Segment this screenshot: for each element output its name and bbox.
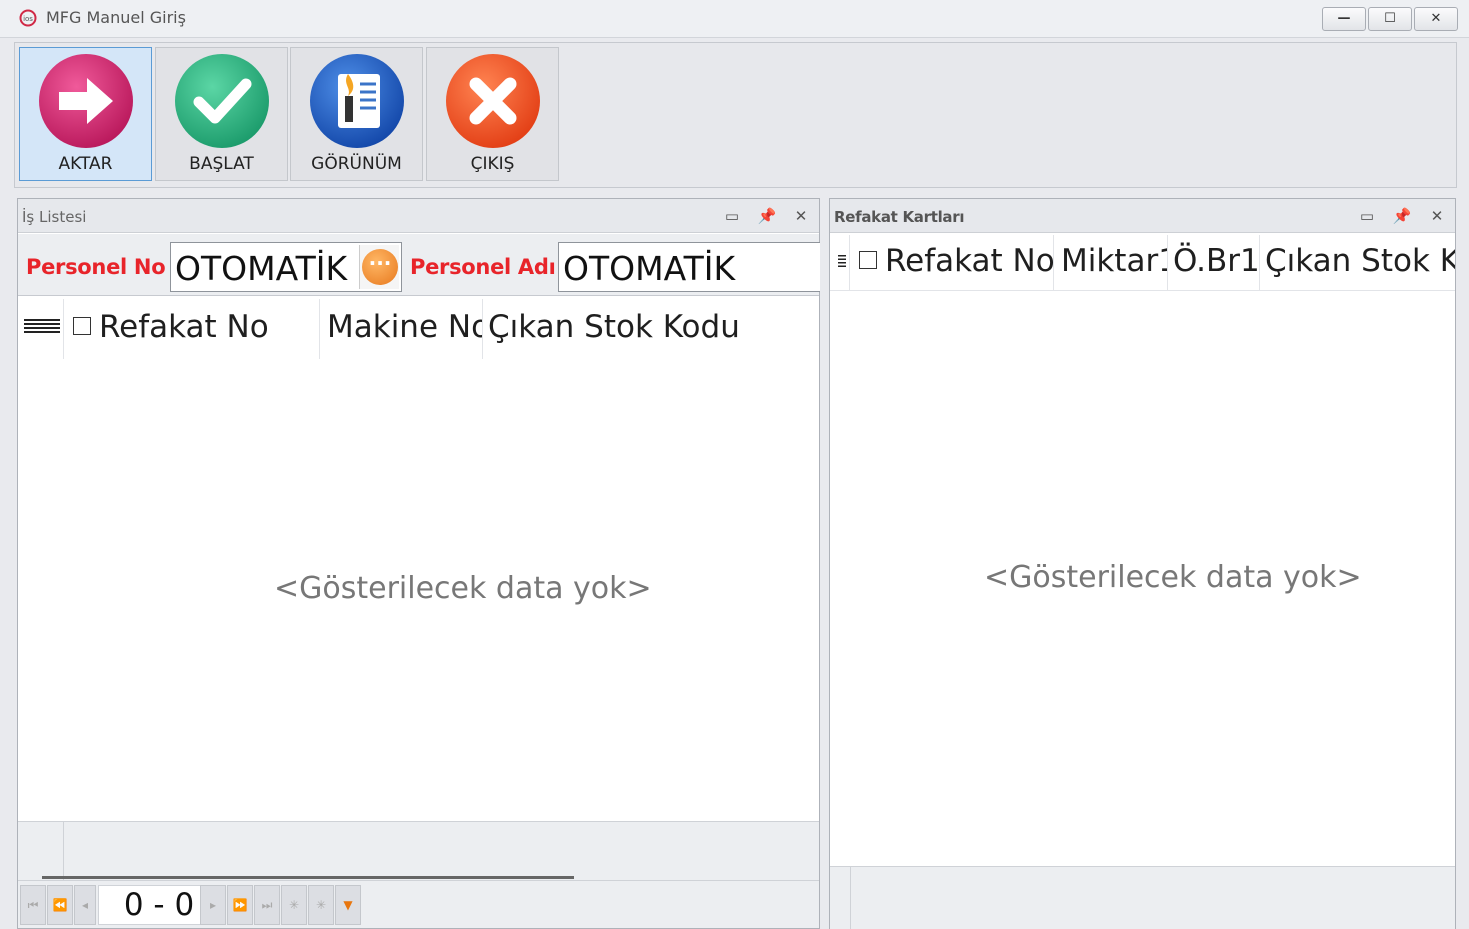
refakat-kartlari-grid-header: Refakat No Miktar1 Ö.Br1 Çıkan Stok Kodu [830, 235, 1455, 291]
close-panel-icon[interactable]: ✕ [791, 207, 811, 225]
arrow-right-icon [39, 54, 133, 148]
nav-first-page-button[interactable]: ⏮ [20, 885, 46, 925]
refakat-kartlari-header: Refakat Kartları ▭ 📌 ✕ [830, 199, 1455, 233]
personel-filter-row: Personel No ··· Personel Adı [18, 234, 820, 296]
gorunum-label: GÖRÜNÜM [311, 154, 402, 174]
footer-divider [63, 822, 64, 881]
is-listesi-empty-message: <Gösterilecek data yok> [274, 571, 652, 606]
select-all-checkbox[interactable] [859, 251, 877, 269]
nav-last-page-button[interactable]: ⏭ [254, 885, 280, 925]
column-cikan-stok-kodu-label: Çıkan Stok Kodu [488, 309, 740, 345]
cikis-label: ÇIKIŞ [470, 154, 515, 174]
personel-no-field[interactable]: ··· [170, 242, 402, 292]
column-refakat-no[interactable]: Refakat No [851, 235, 1054, 290]
pin-icon[interactable]: 📌 [757, 207, 777, 225]
is-listesi-panel: İş Listesi ▭ 📌 ✕ Personel No ··· Persone… [17, 198, 820, 929]
column-miktar1[interactable]: Miktar1 [1055, 235, 1168, 290]
row-indicator-column[interactable] [18, 299, 64, 359]
personel-no-input[interactable] [175, 247, 375, 289]
document-torch-icon [310, 54, 404, 148]
column-miktar1-label: Miktar1 [1061, 243, 1168, 279]
record-navigator: ⏮ ⏪ ◂ 0 - 0 ▸ ⏩ ⏭ ✳ ✳ ▼ [18, 880, 819, 928]
column-o-br1[interactable]: Ö.Br1 [1169, 235, 1260, 290]
toolbar: AKTAR BAŞLAT GÖRÜNÜM ÇIKIŞ [14, 42, 1457, 188]
column-makine-no-label: Makine No [327, 309, 483, 345]
column-o-br1-label: Ö.Br1 [1173, 243, 1260, 279]
nav-next-record-button[interactable]: ▸ [200, 885, 226, 925]
refakat-kartlari-empty-message: <Gösterilecek data yok> [984, 560, 1362, 595]
column-chooser-icon [838, 255, 846, 267]
personel-adi-input[interactable] [563, 247, 763, 289]
aktar-label: AKTAR [58, 154, 113, 174]
refakat-kartlari-panel: Refakat Kartları ▭ 📌 ✕ Refakat No Miktar… [829, 198, 1456, 929]
ellipsis-icon: ··· [362, 249, 398, 285]
footer-divider [850, 867, 851, 929]
aktar-button[interactable]: AKTAR [19, 47, 152, 181]
baslat-label: BAŞLAT [189, 154, 254, 174]
nav-next-page-button[interactable]: ⏩ [227, 885, 253, 925]
gorunum-button[interactable]: GÖRÜNÜM [290, 47, 423, 181]
column-refakat-no-label: Refakat No [99, 309, 269, 345]
personel-lookup-button[interactable]: ··· [359, 245, 399, 289]
title-bar: ios MFG Manuel Giriş — ☐ ✕ [0, 0, 1469, 38]
filter-icon[interactable]: ▼ [335, 885, 361, 925]
column-cikan-stok-kodu[interactable]: Çıkan Stok Kodu [484, 299, 820, 359]
nav-append-button[interactable]: ✳ [281, 885, 307, 925]
column-chooser-icon [24, 319, 60, 333]
column-makine-no[interactable]: Makine No [321, 299, 483, 359]
is-listesi-header: İş Listesi ▭ 📌 ✕ [18, 199, 819, 233]
is-listesi-title: İş Listesi [22, 208, 87, 226]
pin-icon[interactable]: 📌 [1392, 207, 1412, 225]
restore-panel-icon[interactable]: ▭ [722, 207, 742, 225]
maximize-button[interactable]: ☐ [1368, 7, 1412, 31]
restore-panel-icon[interactable]: ▭ [1357, 207, 1377, 225]
minimize-button[interactable]: — [1322, 7, 1366, 31]
ios-logo-icon: ios [19, 9, 37, 27]
refakat-kartlari-footer [830, 866, 1455, 929]
row-indicator-column[interactable] [830, 235, 850, 290]
refakat-kartlari-title: Refakat Kartları [834, 208, 965, 226]
nav-insert-button[interactable]: ✳ [308, 885, 334, 925]
column-refakat-no[interactable]: Refakat No [65, 299, 320, 359]
close-panel-icon[interactable]: ✕ [1427, 207, 1447, 225]
is-listesi-footer [18, 821, 819, 881]
cikis-button[interactable]: ÇIKIŞ [426, 47, 559, 181]
select-all-checkbox[interactable] [73, 317, 91, 335]
window-title: MFG Manuel Giriş [46, 8, 186, 27]
x-circle-icon [446, 54, 540, 148]
check-icon [175, 54, 269, 148]
personel-adi-label: Personel Adı [410, 255, 556, 279]
column-refakat-no-label: Refakat No [885, 243, 1054, 279]
column-cikan-stok-kodu-label: Çıkan Stok Kodu [1265, 243, 1455, 279]
column-cikan-stok-kodu[interactable]: Çıkan Stok Kodu [1261, 235, 1455, 290]
svg-text:ios: ios [23, 15, 33, 23]
baslat-button[interactable]: BAŞLAT [155, 47, 288, 181]
horizontal-scrollbar[interactable] [42, 876, 574, 879]
nav-prev-record-button[interactable]: ◂ [74, 885, 96, 925]
close-window-button[interactable]: ✕ [1414, 7, 1458, 31]
personel-no-label: Personel No [26, 255, 166, 279]
is-listesi-grid-header: Refakat No Makine No Çıkan Stok Kodu [18, 299, 819, 359]
personel-adi-field[interactable] [558, 242, 820, 292]
nav-prev-page-button[interactable]: ⏪ [47, 885, 73, 925]
